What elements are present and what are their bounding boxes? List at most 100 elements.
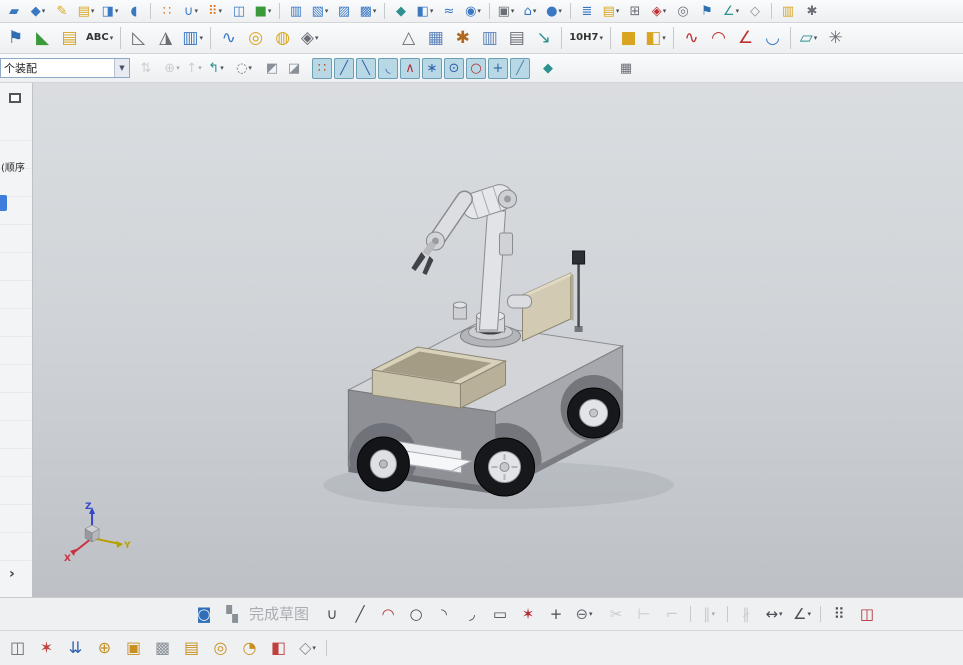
pencil-edit-button[interactable]: ✎ [51, 2, 73, 21]
green-block-dropdown-caret-icon[interactable]: ▾ [268, 7, 272, 15]
red-gem-button[interactable]: ◈ ▾ [648, 2, 670, 21]
insert-part-button[interactable]: ▧ ▾ [309, 2, 331, 21]
sheet-body-button[interactable]: ▤ [178, 635, 205, 662]
marquee-mode-button[interactable]: ◌ ▾ [234, 58, 254, 79]
twist-tool-button[interactable]: ✳ [823, 26, 848, 51]
half-ring-button[interactable]: ◔ [236, 635, 263, 662]
gear-wheel-button[interactable]: ✱ [450, 26, 475, 51]
text-annotation-button[interactable]: ABC ▾ [84, 26, 115, 51]
layer-doc-button[interactable]: ▤ ▾ [75, 2, 97, 21]
fit-tolerance-dropdown-caret-icon[interactable]: ▾ [599, 34, 603, 42]
tool-grid-button[interactable]: ⊞ [624, 2, 646, 21]
select-up-dropdown-caret-icon[interactable]: ▾ [198, 64, 202, 72]
insert-part-dropdown-caret-icon[interactable]: ▾ [325, 7, 329, 15]
green-corner-button[interactable]: ◣ [30, 26, 55, 51]
open-flag-button[interactable]: ⚑ [3, 26, 28, 51]
triangle-patch-button[interactable]: △ [396, 26, 421, 51]
robot-arm[interactable] [411, 181, 533, 348]
pattern-feature-button[interactable]: ⠿ ▾ [204, 2, 226, 21]
flag-tool-button[interactable]: ⚑ [696, 2, 718, 21]
show-hide-button[interactable]: ◉ ▾ [462, 2, 484, 21]
wheel-front-right[interactable] [473, 437, 536, 497]
angle-dimension-dropdown-caret-icon[interactable]: ▾ [807, 610, 811, 618]
mirror-curve-button[interactable]: ◫ [854, 601, 880, 627]
measure-angle-dropdown-caret-icon[interactable]: ▾ [736, 7, 740, 15]
page-copy-button[interactable]: ▥ [285, 2, 307, 21]
revolve-button[interactable]: ◖ [123, 2, 145, 21]
doc-stack-button[interactable]: ▩ ▾ [357, 2, 379, 21]
unite-dropdown-caret-icon[interactable]: ▾ [195, 7, 199, 15]
finish-sketch-button[interactable]: ◙ [191, 601, 217, 627]
half-cube-dropdown-caret-icon[interactable]: ▾ [430, 7, 434, 15]
torus-ring-button[interactable]: ◎ [207, 635, 234, 662]
sweep-list-dropdown-caret-icon[interactable]: ▾ [199, 34, 203, 42]
graphics-viewport[interactable]: Z X Y [33, 83, 963, 597]
point-button[interactable]: + [543, 601, 569, 627]
flow-arrow-button[interactable]: ↘ [531, 26, 556, 51]
wheel-rear-right[interactable] [567, 387, 621, 439]
block-yellow-button[interactable]: ■ [616, 26, 641, 51]
sidebar-expand-chevron[interactable]: › [9, 566, 15, 582]
snap-pole-button[interactable]: ∧ [400, 57, 420, 79]
snap-endpoint-button[interactable]: ╱ [334, 57, 354, 79]
selection-scope-caret-icon[interactable]: ▼ [114, 59, 129, 77]
shaded-select-b-button[interactable]: ◪ [284, 58, 304, 79]
window-view-dropdown-caret-icon[interactable]: ▾ [511, 7, 515, 15]
shape-more-button[interactable]: ◈ ▾ [297, 26, 322, 51]
extrude-button[interactable]: ◨ ▾ [99, 2, 121, 21]
shape-more-dropdown-caret-icon[interactable]: ▾ [315, 34, 319, 42]
home-view-dropdown-caret-icon[interactable]: ▾ [533, 7, 537, 15]
snap-on-curve-button[interactable]: ╱ [510, 57, 530, 79]
home-view-button[interactable]: ⌂ ▾ [519, 2, 541, 21]
angle-dimension-button[interactable]: ∠ ▾ [789, 601, 815, 627]
data-grid-button[interactable]: ▦ [616, 58, 636, 79]
render-sphere-button[interactable]: ● ▾ [543, 2, 565, 21]
copy-body-button[interactable]: ▣ [120, 635, 147, 662]
previous-selection-dropdown-caret-icon[interactable]: ▾ [220, 64, 224, 72]
arc-button[interactable]: ◠ [375, 601, 401, 627]
snap-preferences-button[interactable]: ◆ [538, 58, 558, 79]
move-body-button[interactable]: ⊕ [91, 635, 118, 662]
render-sphere-dropdown-caret-icon[interactable]: ▾ [558, 7, 562, 15]
blue-pages-button[interactable]: ▨ [333, 2, 355, 21]
mesh-grid-button[interactable]: ▦ [423, 26, 448, 51]
align-arrows-button[interactable]: ⇊ [62, 635, 89, 662]
make-corner-button[interactable]: ⌐ [659, 601, 685, 627]
sweep-list-button[interactable]: ▥ ▾ [180, 26, 205, 51]
robot-column-link[interactable] [478, 210, 507, 331]
snap-control-point-button[interactable]: ◟ [378, 57, 398, 79]
offset-curve-button[interactable]: ∥ ▾ [696, 601, 722, 627]
sidebar-selected-indicator[interactable] [0, 195, 7, 211]
snap-center-button[interactable]: ⊙ [444, 57, 464, 79]
half-cube-button[interactable]: ◧ ▾ [414, 2, 436, 21]
rectangle-button[interactable]: ▭ [487, 601, 513, 627]
quick-extend-button[interactable]: ⊢ [631, 601, 657, 627]
gripper-finger-left[interactable] [411, 252, 426, 271]
base-side-motor[interactable] [507, 294, 533, 309]
selection-scope-dropdown[interactable]: 个装配 ▼ [0, 58, 130, 78]
note-book-button[interactable]: ▤ [57, 26, 82, 51]
offset-curve-dropdown-caret-icon[interactable]: ▾ [712, 610, 716, 618]
sketch-checker-button[interactable]: ▚ [219, 601, 245, 627]
snap-midpoint-button[interactable]: ╲ [356, 57, 376, 79]
polygon-button[interactable]: ✶ [515, 601, 541, 627]
antenna[interactable] [572, 250, 586, 332]
surface-patch-button[interactable]: ◡ [760, 26, 785, 51]
show-constraints-button[interactable]: ∦ [733, 601, 759, 627]
studio-spline-button[interactable]: ∿ [679, 26, 704, 51]
ellipse-button[interactable]: ⊖ ▾ [571, 601, 597, 627]
report-sheet-button[interactable]: ▤ [504, 26, 529, 51]
show-hide-dropdown-caret-icon[interactable]: ▾ [477, 7, 481, 15]
layer-doc-dropdown-caret-icon[interactable]: ▾ [91, 7, 95, 15]
rapid-dimension-dropdown-caret-icon[interactable]: ▾ [779, 610, 783, 618]
finish-sketch-label-button[interactable]: 完成草图 [247, 601, 311, 627]
iso-cube-dropdown-caret-icon[interactable]: ▾ [312, 644, 316, 652]
ellipse-dropdown-caret-icon[interactable]: ▾ [589, 610, 593, 618]
nav-list-button[interactable]: ≣ [576, 2, 598, 21]
block-pair-button[interactable]: ◧ ▾ [643, 26, 668, 51]
draft-angle-button[interactable]: ◺ [126, 26, 151, 51]
profile-button[interactable]: ∪ [319, 601, 345, 627]
pinwheel-view-button[interactable]: ✶ [33, 635, 60, 662]
block-pair-dropdown-caret-icon[interactable]: ▾ [662, 34, 666, 42]
snap-point-enable-button[interactable]: ∷ [312, 57, 332, 79]
